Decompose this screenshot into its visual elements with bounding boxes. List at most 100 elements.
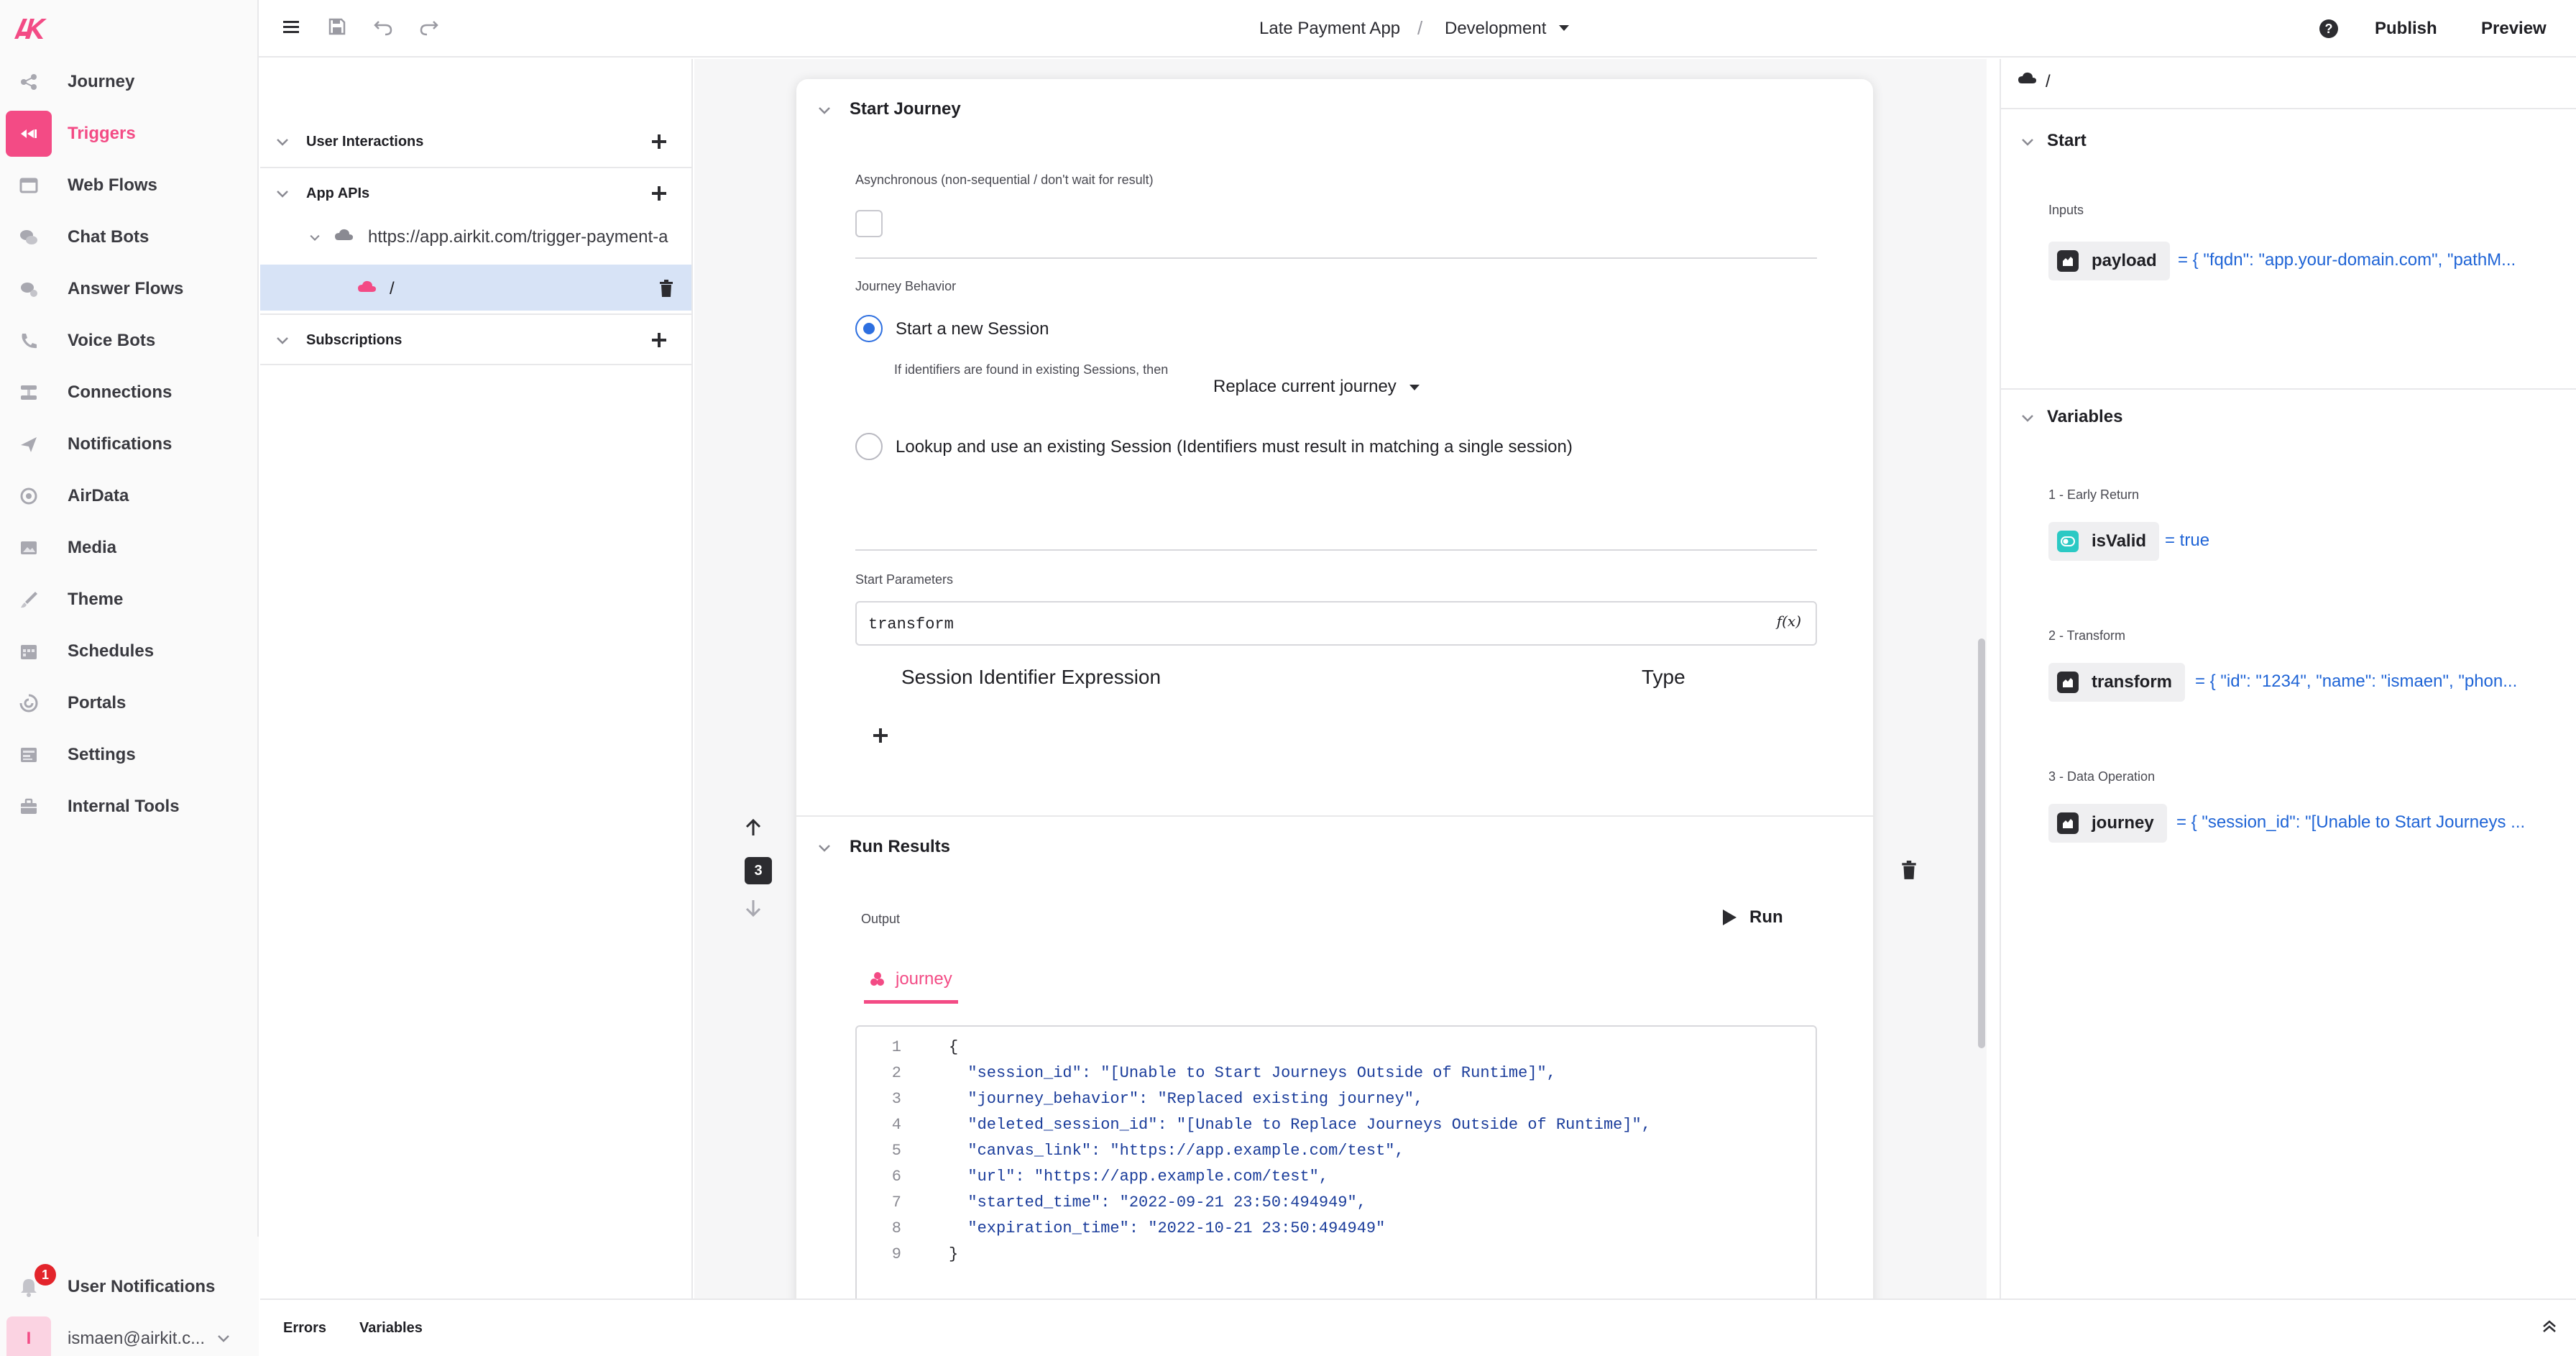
airkit-logo[interactable] — [13, 16, 47, 42]
section-subscriptions[interactable]: Subscriptions — [260, 313, 693, 365]
tab-errors[interactable]: Errors — [283, 1320, 326, 1337]
double-chevron-up-icon[interactable] — [2542, 1319, 2557, 1334]
nav-item-airdata[interactable]: AirData — [6, 473, 247, 519]
nav-item-connections[interactable]: Connections — [6, 370, 247, 416]
divider — [796, 815, 1873, 817]
async-checkbox[interactable] — [855, 210, 883, 237]
menu-icon[interactable] — [280, 16, 302, 37]
nav-item-voice-bots[interactable]: Voice Bots — [6, 318, 247, 364]
function-icon[interactable]: f(x) — [1777, 613, 1801, 630]
add-icon[interactable] — [650, 331, 668, 349]
nav-item-chat-bots[interactable]: Chat Bots — [6, 214, 247, 260]
chevron-down-icon[interactable] — [276, 336, 289, 345]
sidebar-footer: 1 User Notifications I ismaen@airkit.c..… — [0, 1237, 259, 1356]
chevron-down-icon[interactable] — [818, 106, 831, 115]
add-icon[interactable] — [650, 132, 668, 151]
run-button[interactable]: Run — [1721, 907, 1783, 927]
caret-down-icon[interactable] — [1558, 24, 1570, 32]
nav-label-web-flows: Web Flows — [68, 175, 157, 195]
variable-pill-journey[interactable]: journey — [2048, 804, 2167, 843]
code-line: 3 "journey_behavior": "Replaced existing… — [857, 1090, 1813, 1116]
line-number: 5 — [891, 1142, 901, 1160]
arrow-down-icon[interactable] — [745, 899, 762, 917]
portals-icon — [6, 680, 52, 726]
api-url: https://app.airkit.com/trigger-payment-a — [368, 227, 668, 247]
caret-down-icon[interactable] — [1409, 384, 1420, 391]
nav-item-user-notifications[interactable]: 1 User Notifications — [6, 1264, 247, 1310]
preview-button[interactable]: Preview — [2481, 19, 2547, 39]
add-identifier-icon[interactable] — [871, 726, 890, 745]
variable-value: = { "session_id": "[Unable to Start Jour… — [2176, 812, 2526, 832]
output-code-editor[interactable]: 1{ 2 "session_id": "[Unable to Start Jou… — [855, 1025, 1817, 1316]
code-line: 9} — [857, 1245, 1813, 1271]
chevron-down-icon[interactable] — [309, 234, 321, 242]
nav-item-schedules[interactable]: Schedules — [6, 628, 247, 674]
divider — [855, 257, 1817, 259]
line-text: } — [949, 1245, 959, 1263]
step-controls — [745, 818, 762, 837]
voice-bots-icon — [6, 318, 52, 364]
section-app-apis[interactable]: App APIs — [260, 168, 693, 220]
publish-button[interactable]: Publish — [2375, 19, 2437, 39]
replace-behavior-select[interactable]: Replace current journey — [1213, 377, 1397, 397]
chevron-down-icon[interactable] — [818, 844, 831, 853]
object-icon — [2057, 672, 2079, 693]
canvas-scrollbar-thumb[interactable] — [1978, 638, 1985, 1048]
chevron-down-icon[interactable] — [276, 190, 289, 198]
redo-icon[interactable] — [418, 16, 440, 37]
bell-icon: 1 — [6, 1264, 56, 1310]
nav-item-notifications[interactable]: Notifications — [6, 421, 247, 467]
nav-item-answer-flows[interactable]: Answer Flows — [6, 266, 247, 312]
help-icon[interactable]: ? — [2319, 19, 2339, 39]
environment-select[interactable]: Development — [1445, 19, 1546, 39]
tab-journey-output[interactable]: journey — [864, 958, 958, 1004]
variable-name: payload — [2092, 251, 2157, 270]
trash-icon[interactable] — [658, 279, 674, 298]
api-url-item[interactable]: https://app.airkit.com/trigger-payment-a — [260, 214, 693, 259]
section-title: User Interactions — [306, 134, 424, 150]
start-section-title: Start — [2047, 131, 2087, 150]
save-icon[interactable] — [326, 16, 348, 37]
add-icon[interactable] — [650, 184, 668, 203]
variable-pill-transform[interactable]: transform — [2048, 663, 2186, 702]
undo-icon[interactable] — [372, 16, 394, 37]
arrow-up-icon[interactable] — [745, 818, 762, 837]
radio-new-session[interactable] — [855, 315, 883, 342]
variable-name: isValid — [2092, 531, 2147, 551]
variables-section-title: Variables — [2047, 407, 2123, 426]
left-sidebar: Journey Triggers Web Flows Chat Bots Ans… — [0, 0, 259, 1356]
user-menu[interactable]: I ismaen@airkit.c... — [6, 1316, 247, 1356]
section-user-interactions[interactable]: User Interactions — [260, 116, 693, 168]
tab-variables[interactable]: Variables — [359, 1320, 423, 1337]
nav-label-chat-bots: Chat Bots — [68, 227, 150, 247]
cloud-api-icon — [335, 229, 353, 240]
variables-section: Variables 1 - Early Return isValid = tru… — [2001, 390, 2576, 922]
schedules-icon — [6, 628, 52, 674]
nav-item-media[interactable]: Media — [6, 525, 247, 571]
nav-item-portals[interactable]: Portals — [6, 680, 247, 726]
chevron-down-icon[interactable] — [2021, 414, 2034, 423]
run-label: Run — [1749, 907, 1783, 927]
line-text: "journey_behavior": "Replaced existing j… — [949, 1090, 1424, 1108]
radio-lookup-session[interactable] — [855, 433, 883, 460]
nav-item-settings[interactable]: Settings — [6, 732, 247, 778]
airdata-icon — [6, 473, 52, 519]
line-number: 1 — [891, 1038, 901, 1056]
nav-item-journey[interactable]: Journey — [6, 59, 247, 105]
nav-item-triggers[interactable]: Triggers — [6, 111, 247, 157]
nav-item-web-flows[interactable]: Web Flows — [6, 162, 247, 209]
chevron-down-icon[interactable] — [276, 138, 289, 147]
chevron-down-icon[interactable] — [2021, 138, 2034, 147]
internal-tools-icon — [6, 784, 52, 830]
delete-step-icon[interactable] — [1900, 860, 1918, 880]
variable-pill-payload[interactable]: payload — [2048, 242, 2170, 280]
api-route-item-selected[interactable]: / — [260, 265, 691, 311]
nav-item-internal-tools[interactable]: Internal Tools — [6, 784, 247, 830]
variable-pill-isvalid[interactable]: isValid — [2048, 522, 2160, 561]
start-params-input[interactable]: transform f(x) — [855, 601, 1817, 646]
start-section: Start Inputs payload = { "fqdn": "app.yo… — [2001, 109, 2576, 390]
nav-item-theme[interactable]: Theme — [6, 577, 247, 623]
line-text: "url": "https://app.example.com/test", — [949, 1168, 1329, 1186]
journey-variable-icon — [870, 971, 884, 986]
app-name[interactable]: Late Payment App — [1259, 19, 1400, 39]
